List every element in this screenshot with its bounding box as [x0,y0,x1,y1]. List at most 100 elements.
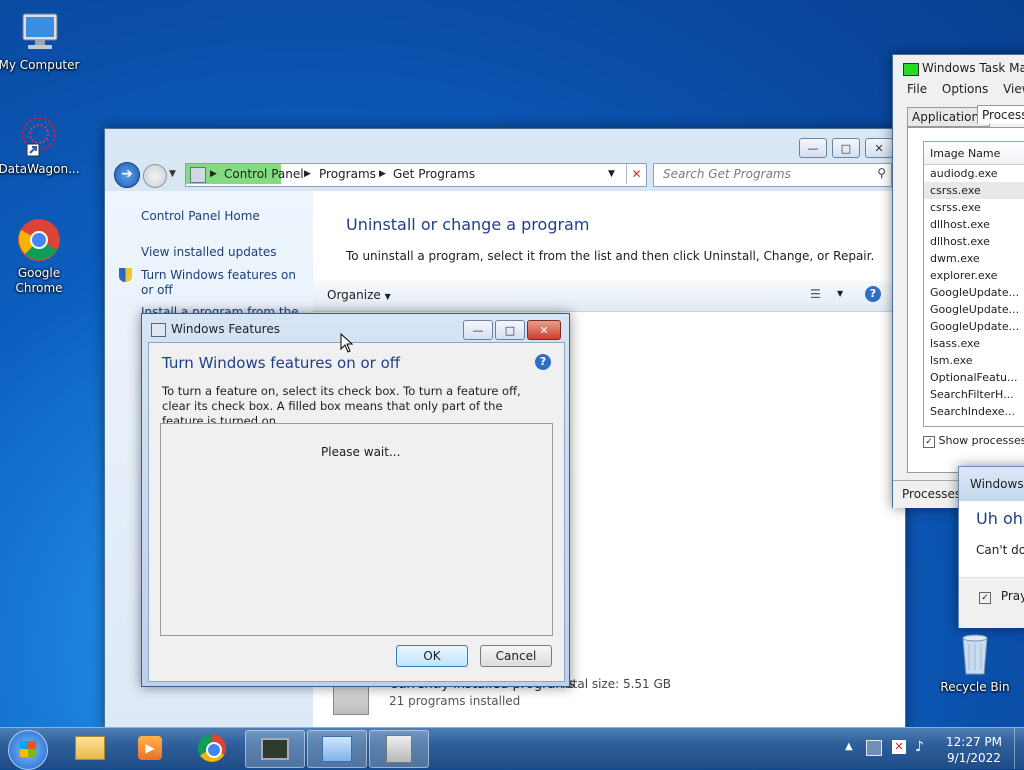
table-row[interactable]: GoogleUpdate... [924,318,1024,335]
program-count: 21 programs installed [389,694,521,708]
control-panel-icon [190,167,206,183]
shield-icon [119,268,132,282]
minimize-button[interactable]: — [463,320,493,340]
dialog-body: Turn Windows features on or off ? To tur… [148,342,565,682]
clock[interactable]: 12:27 PM 9/1/2022 [945,734,1003,766]
taskbar-control-panel[interactable] [307,730,367,768]
minimize-button[interactable]: — [799,138,827,158]
dialog-title: Windows Features [171,322,280,336]
page-title: Uninstall or change a program [346,215,590,234]
table-row[interactable]: lsm.exe [924,352,1024,369]
features-tree[interactable]: Please wait... [160,423,553,636]
window-title: Windows Task Man [922,61,1024,75]
menu-item-options[interactable]: Options [942,82,988,96]
windows-features-icon [151,323,166,337]
taskbar-task-manager[interactable] [245,730,305,768]
start-button[interactable] [8,730,48,770]
back-arrow-icon: ➔ [121,166,133,182]
desktop-icon-google-chrome[interactable]: Google Chrome [0,216,81,296]
table-row[interactable]: lsass.exe [924,335,1024,352]
search-input[interactable]: Search Get Programs ⚲ [653,163,892,187]
taskbar-windows-features[interactable] [369,730,429,768]
address-dropdown-icon[interactable]: ▼ [608,169,615,179]
windows-features-dialog: Windows Features — □ ✕ Turn Windows feat… [141,313,570,687]
close-button[interactable]: ✕ [527,320,561,340]
help-icon[interactable]: ? [865,286,881,302]
breadcrumb-get-programs[interactable]: Get Programs [393,167,475,181]
forward-button[interactable] [143,164,167,188]
table-row[interactable]: dwm.exe [924,250,1024,267]
table-row[interactable]: explorer.exe [924,267,1024,284]
desktop-icon-datawagon[interactable]: DataWagon... [0,112,81,177]
recent-pages-dropdown[interactable]: ▼ [169,169,176,179]
taskbar-media-player[interactable]: ▶ [121,730,179,766]
column-header-image-name[interactable]: Image Name [924,142,1024,165]
process-count-label: Processes: [902,487,966,501]
sidebar-item-updates[interactable]: View installed updates [141,245,277,259]
table-row[interactable]: GoogleUpdate... [924,301,1024,318]
error-text: Can't do [976,543,1024,557]
organize-button[interactable]: Organize ▼ [327,288,391,302]
desktop-icon-my-computer[interactable]: My Computer [0,8,81,73]
taskbar-chrome[interactable] [183,730,241,766]
view-options-icon[interactable]: ☰ [810,287,821,301]
table-row[interactable]: GoogleUpdate... [924,284,1024,301]
search-icon: ⚲ [877,166,886,180]
error-dialog: Windows T Uh oh! Can't do ✓ Pray [958,466,1024,628]
volume-icon[interactable]: ♪ [915,739,924,755]
table-row[interactable]: audiodg.exe [924,165,1024,182]
action-center-icon[interactable]: ✕ [892,740,906,754]
table-row[interactable]: dllhost.exe [924,233,1024,250]
help-icon[interactable]: ? [535,354,551,370]
sidebar-item-features[interactable]: Turn Windows features on or off [141,268,301,298]
taskbar-explorer[interactable] [61,730,119,766]
table-row[interactable]: csrss.exe [924,182,1024,199]
task-manager-icon [903,63,919,76]
menu-item-view[interactable]: View [1003,82,1024,96]
table-row[interactable]: csrss.exe [924,199,1024,216]
menu-item-file[interactable]: File [907,82,927,96]
page-description: To uninstall a program, select it from t… [346,249,875,263]
windows-logo-icon [20,741,36,757]
table-row[interactable]: SearchIndexe... [924,403,1024,420]
breadcrumb-control-panel[interactable]: Control Panel [224,167,304,181]
clock-time: 12:27 PM [946,735,1002,749]
table-row[interactable]: OptionalFeatu... [924,369,1024,386]
ok-button[interactable]: OK [396,645,468,667]
back-button[interactable]: ➔ [114,162,140,188]
stop-icon[interactable]: ✕ [626,164,646,184]
chrome-icon [15,216,63,264]
pray-checkbox[interactable]: ✓ Pray [979,589,1024,604]
tab-processes[interactable]: Processe [977,105,1024,124]
breadcrumb-programs[interactable]: Programs [319,167,376,181]
task-manager-icon [261,738,289,760]
close-button[interactable]: ✕ [865,138,893,158]
address-bar[interactable]: ▶ Control Panel ▶ Programs ▶ Get Program… [185,163,647,187]
clock-date: 9/1/2022 [947,751,1001,765]
desktop-icon-recycle-bin[interactable]: Recycle Bin [933,630,1017,695]
show-all-processes-checkbox[interactable]: ✓ Show processes fr [923,434,1024,448]
show-hidden-icons[interactable]: ▲ [845,741,853,752]
table-row[interactable]: SearchFilterH... [924,386,1024,403]
error-heading: Uh oh! [976,509,1024,528]
network-icon[interactable] [866,740,882,756]
desktop-icon-label: Google Chrome [15,266,63,295]
table-row[interactable]: dllhost.exe [924,216,1024,233]
chrome-icon [198,734,226,762]
dialog-title: Windows T [970,477,1024,491]
maximize-button[interactable]: □ [832,138,860,158]
cancel-button[interactable]: Cancel [480,645,552,667]
process-list[interactable]: Image Name audiodg.exe csrss.exe csrss.e… [923,141,1024,427]
media-player-icon: ▶ [138,736,162,760]
computer-icon [15,8,63,56]
show-desktop-button[interactable] [1014,728,1024,769]
checkbox-icon: ✓ [923,436,935,448]
desktop-icon-label: DataWagon... [0,162,80,176]
view-dropdown-icon[interactable]: ▼ [837,289,843,298]
folder-icon [75,736,105,760]
maximize-button[interactable]: □ [495,320,525,340]
sidebar-item-home[interactable]: Control Panel Home [141,209,260,223]
command-bar: Organize ▼ ☰ ▼ ? [313,281,905,312]
desktop-icon-label: Recycle Bin [940,680,1010,694]
dialog-footer: ✓ Pray [959,577,1024,628]
